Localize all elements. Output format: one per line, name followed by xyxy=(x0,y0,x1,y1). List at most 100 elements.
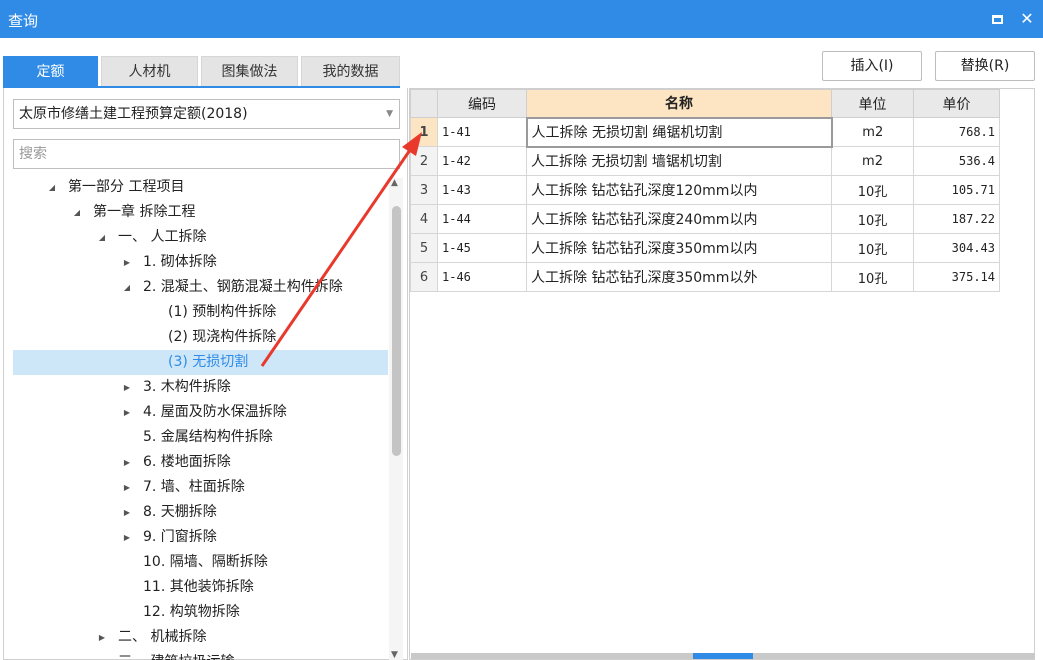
tree-item-label: 12. 构筑物拆除 xyxy=(143,604,240,620)
row-number-cell[interactable]: 6 xyxy=(410,262,438,292)
expand-arrow-icon[interactable]: ▶ xyxy=(121,475,133,500)
code-cell[interactable]: 1-44 xyxy=(437,204,527,234)
tree-item[interactable]: ◢ 一、 人工拆除 xyxy=(13,225,388,250)
row-number-cell[interactable]: 4 xyxy=(410,204,438,234)
unit-cell[interactable]: 10孔 xyxy=(831,262,914,292)
tree-item[interactable]: ▶ 6. 楼地面拆除 xyxy=(13,450,388,475)
tree-item[interactable]: ▶ 9. 门窗拆除 xyxy=(13,525,388,550)
unit-cell[interactable]: 10孔 xyxy=(831,204,914,234)
tree-item-label: 1. 砌体拆除 xyxy=(143,254,217,270)
tree-item[interactable]: 三、 建筑垃圾运输 xyxy=(13,650,388,660)
tree-item-label: 8. 天棚拆除 xyxy=(143,504,217,520)
collapse-arrow-icon[interactable]: ◢ xyxy=(121,275,133,300)
tree-item-label: 第一部分 工程项目 xyxy=(68,179,185,195)
expand-arrow-icon[interactable]: ▶ xyxy=(121,450,133,475)
scrollbar-knob[interactable] xyxy=(693,653,753,659)
scrollbar-thumb[interactable] xyxy=(392,206,401,456)
tree-item[interactable]: 10. 隔墙、隔断拆除 xyxy=(13,550,388,575)
tree-item[interactable]: (2) 现浇构件拆除 xyxy=(13,325,388,350)
tree-item-label: 9. 门窗拆除 xyxy=(143,529,217,545)
name-cell[interactable]: 人工拆除 钻芯钻孔深度350mm以内 xyxy=(526,233,832,263)
code-cell[interactable]: 1-46 xyxy=(437,262,527,292)
tree-item[interactable]: ▶ 8. 天棚拆除 xyxy=(13,500,388,525)
tree-item[interactable]: ◢ 2. 混凝土、钢筋混凝土构件拆除 xyxy=(13,275,388,300)
tree-item[interactable]: ▶ 7. 墙、柱面拆除 xyxy=(13,475,388,500)
unit-cell[interactable]: m2 xyxy=(831,146,914,176)
column-header-name[interactable]: 名称 xyxy=(526,89,832,118)
tree-item-label: 7. 墙、柱面拆除 xyxy=(143,479,245,495)
tree-item[interactable]: ◢ 第一部分 工程项目 xyxy=(13,175,388,200)
horizontal-scrollbar[interactable] xyxy=(411,653,1035,659)
tree-item[interactable]: ▶ 二、 机械拆除 xyxy=(13,625,388,650)
name-cell[interactable]: 人工拆除 钻芯钻孔深度240mm以内 xyxy=(526,204,832,234)
collapse-arrow-icon[interactable]: ◢ xyxy=(71,200,83,225)
search-field[interactable] xyxy=(13,139,400,169)
price-cell[interactable]: 304.43 xyxy=(913,233,1000,263)
column-header-unit[interactable]: 单位 xyxy=(831,89,914,118)
tree-item[interactable]: ▶ 1. 砌体拆除 xyxy=(13,250,388,275)
code-cell[interactable]: 1-42 xyxy=(437,146,527,176)
replace-button[interactable]: 替换(R) xyxy=(935,51,1035,81)
search-input[interactable] xyxy=(14,140,399,168)
collapse-arrow-icon[interactable]: ◢ xyxy=(46,175,58,200)
name-cell[interactable]: 人工拆除 无损切割 绳锯机切割 xyxy=(525,116,833,148)
tab-labor-material-machine[interactable]: 人材机 xyxy=(101,56,198,86)
tree-item[interactable]: 12. 构筑物拆除 xyxy=(13,600,388,625)
scroll-down-icon[interactable]: ▼ xyxy=(391,650,398,660)
tab-atlas-method[interactable]: 图集做法 xyxy=(201,56,298,86)
price-cell[interactable]: 375.14 xyxy=(913,262,1000,292)
column-header-code[interactable]: 编码 xyxy=(437,89,527,118)
price-cell[interactable]: 187.22 xyxy=(913,204,1000,234)
row-number-cell[interactable]: 3 xyxy=(410,175,438,205)
name-cell[interactable]: 人工拆除 钻芯钻孔深度120mm以内 xyxy=(526,175,832,205)
unit-cell[interactable]: 10孔 xyxy=(831,175,914,205)
table-row[interactable]: 3 1-43 人工拆除 钻芯钻孔深度120mm以内 10孔 105.71 xyxy=(410,175,1000,205)
tree-item[interactable]: 5. 金属结构构件拆除 xyxy=(13,425,388,450)
tab-my-data[interactable]: 我的数据 xyxy=(301,56,400,86)
tree-item-label: (1) 预制构件拆除 xyxy=(168,304,277,320)
name-cell[interactable]: 人工拆除 无损切割 墙锯机切割 xyxy=(526,146,832,176)
tree-item-label: 11. 其他装饰拆除 xyxy=(143,579,254,595)
chevron-down-icon: ▼ xyxy=(386,109,393,119)
table-row[interactable]: 5 1-45 人工拆除 钻芯钻孔深度350mm以内 10孔 304.43 xyxy=(410,233,1000,263)
insert-button[interactable]: 插入(I) xyxy=(822,51,922,81)
row-number-cell[interactable]: 5 xyxy=(410,233,438,263)
table-row[interactable]: 4 1-44 人工拆除 钻芯钻孔深度240mm以内 10孔 187.22 xyxy=(410,204,1000,234)
tree-item[interactable]: ▶ 4. 屋面及防水保温拆除 xyxy=(13,400,388,425)
unit-cell[interactable]: 10孔 xyxy=(831,233,914,263)
collapse-arrow-icon[interactable]: ◢ xyxy=(96,225,108,250)
quota-set-select[interactable]: 太原市修缮土建工程预算定额(2018) ▼ xyxy=(13,99,400,129)
tree-item-label: 第一章 拆除工程 xyxy=(93,204,196,220)
tree-item[interactable]: (3) 无损切割 xyxy=(13,350,388,375)
price-cell[interactable]: 768.1 xyxy=(913,117,1000,147)
tab-quota[interactable]: 定额 xyxy=(3,56,98,86)
price-cell[interactable]: 105.71 xyxy=(913,175,1000,205)
table-row[interactable]: 6 1-46 人工拆除 钻芯钻孔深度350mm以外 10孔 375.14 xyxy=(410,262,1000,292)
tree-item[interactable]: 11. 其他装饰拆除 xyxy=(13,575,388,600)
tree-item-label: 5. 金属结构构件拆除 xyxy=(143,429,273,445)
name-cell[interactable]: 人工拆除 钻芯钻孔深度350mm以外 xyxy=(526,262,832,292)
code-cell[interactable]: 1-41 xyxy=(437,117,527,147)
expand-arrow-icon[interactable]: ▶ xyxy=(121,250,133,275)
tree-item[interactable]: ◢ 第一章 拆除工程 xyxy=(13,200,388,225)
maximize-button[interactable] xyxy=(987,9,1007,29)
code-cell[interactable]: 1-45 xyxy=(437,233,527,263)
expand-arrow-icon[interactable]: ▶ xyxy=(121,400,133,425)
scroll-up-icon[interactable]: ▲ xyxy=(391,178,398,188)
row-number-cell[interactable]: 2 xyxy=(410,146,438,176)
expand-arrow-icon[interactable]: ▶ xyxy=(96,625,108,650)
tree-item[interactable]: ▶ 3. 木构件拆除 xyxy=(13,375,388,400)
price-cell[interactable]: 536.4 xyxy=(913,146,1000,176)
table-row[interactable]: 1 1-41 人工拆除 无损切割 绳锯机切割 m2 768.1 xyxy=(410,116,1000,148)
close-button[interactable]: ✕ xyxy=(1017,9,1037,29)
row-number-cell[interactable]: 1 xyxy=(410,117,438,147)
unit-cell[interactable]: m2 xyxy=(831,117,914,147)
expand-arrow-icon[interactable]: ▶ xyxy=(121,375,133,400)
code-cell[interactable]: 1-43 xyxy=(437,175,527,205)
tree-scrollbar[interactable]: ▲ ▼ xyxy=(389,178,403,660)
expand-arrow-icon[interactable]: ▶ xyxy=(121,500,133,525)
column-header-price[interactable]: 单价 xyxy=(913,89,1000,118)
table-row[interactable]: 2 1-42 人工拆除 无损切割 墙锯机切割 m2 536.4 xyxy=(410,146,1000,176)
expand-arrow-icon[interactable]: ▶ xyxy=(121,525,133,550)
tree-item[interactable]: (1) 预制构件拆除 xyxy=(13,300,388,325)
